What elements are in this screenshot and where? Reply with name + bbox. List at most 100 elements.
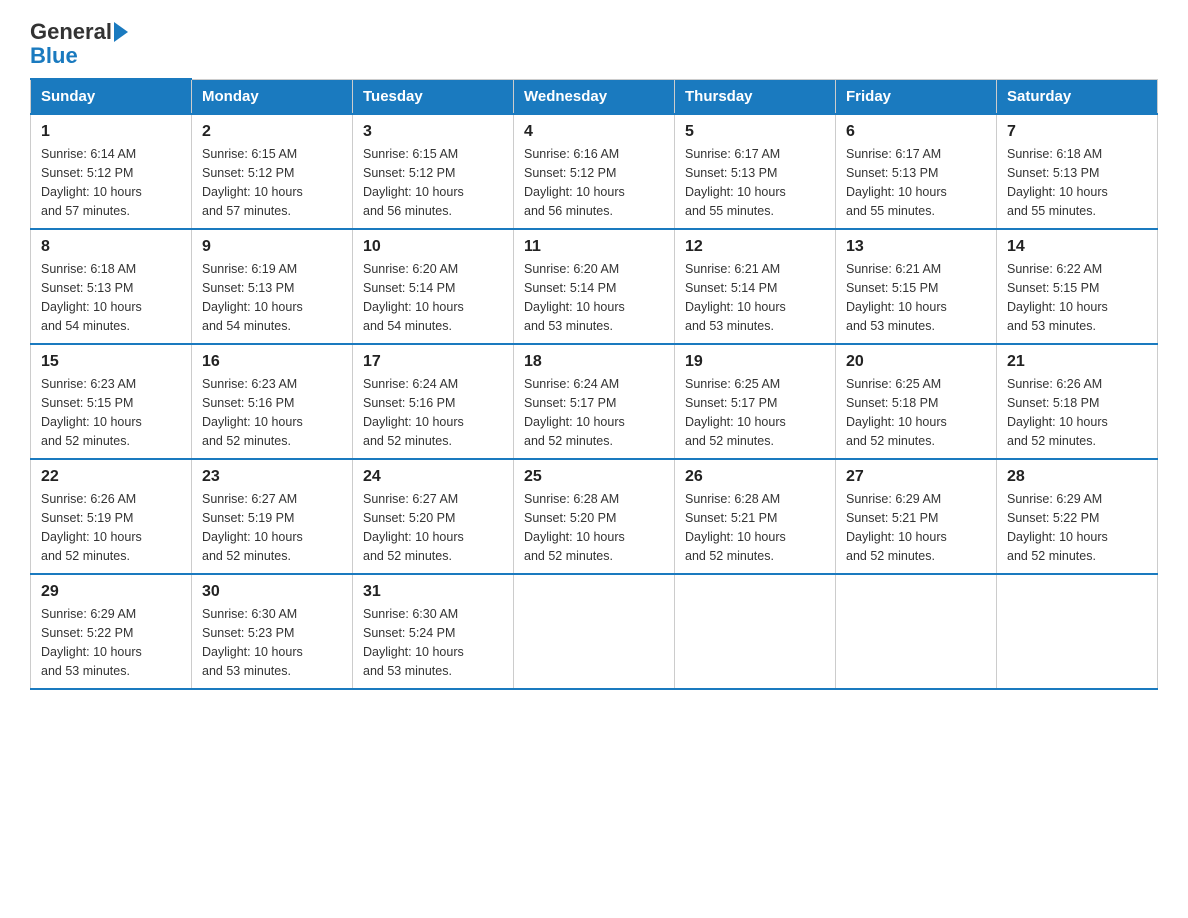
- day-number: 21: [1007, 353, 1147, 371]
- day-info: Sunrise: 6:26 AM Sunset: 5:19 PM Dayligh…: [41, 490, 181, 565]
- calendar-cell: 13 Sunrise: 6:21 AM Sunset: 5:15 PM Dayl…: [836, 229, 997, 344]
- calendar-week-row: 8 Sunrise: 6:18 AM Sunset: 5:13 PM Dayli…: [31, 229, 1158, 344]
- day-info: Sunrise: 6:18 AM Sunset: 5:13 PM Dayligh…: [41, 260, 181, 335]
- calendar-cell: 23 Sunrise: 6:27 AM Sunset: 5:19 PM Dayl…: [192, 459, 353, 574]
- calendar-cell: 22 Sunrise: 6:26 AM Sunset: 5:19 PM Dayl…: [31, 459, 192, 574]
- day-info: Sunrise: 6:25 AM Sunset: 5:18 PM Dayligh…: [846, 375, 986, 450]
- weekday-header-thursday: Thursday: [675, 79, 836, 114]
- calendar-cell: [675, 574, 836, 689]
- day-info: Sunrise: 6:15 AM Sunset: 5:12 PM Dayligh…: [202, 145, 342, 220]
- calendar-cell: 29 Sunrise: 6:29 AM Sunset: 5:22 PM Dayl…: [31, 574, 192, 689]
- day-info: Sunrise: 6:20 AM Sunset: 5:14 PM Dayligh…: [524, 260, 664, 335]
- calendar-cell: 31 Sunrise: 6:30 AM Sunset: 5:24 PM Dayl…: [353, 574, 514, 689]
- day-number: 1: [41, 123, 181, 141]
- day-info: Sunrise: 6:19 AM Sunset: 5:13 PM Dayligh…: [202, 260, 342, 335]
- day-number: 3: [363, 123, 503, 141]
- day-info: Sunrise: 6:28 AM Sunset: 5:20 PM Dayligh…: [524, 490, 664, 565]
- calendar-cell: 25 Sunrise: 6:28 AM Sunset: 5:20 PM Dayl…: [514, 459, 675, 574]
- day-info: Sunrise: 6:14 AM Sunset: 5:12 PM Dayligh…: [41, 145, 181, 220]
- day-number: 6: [846, 123, 986, 141]
- page-header: General Blue: [30, 20, 1158, 68]
- day-number: 5: [685, 123, 825, 141]
- day-info: Sunrise: 6:25 AM Sunset: 5:17 PM Dayligh…: [685, 375, 825, 450]
- day-info: Sunrise: 6:30 AM Sunset: 5:23 PM Dayligh…: [202, 605, 342, 680]
- calendar-week-row: 29 Sunrise: 6:29 AM Sunset: 5:22 PM Dayl…: [31, 574, 1158, 689]
- day-number: 12: [685, 238, 825, 256]
- calendar-cell: 14 Sunrise: 6:22 AM Sunset: 5:15 PM Dayl…: [997, 229, 1158, 344]
- calendar-cell: 27 Sunrise: 6:29 AM Sunset: 5:21 PM Dayl…: [836, 459, 997, 574]
- calendar-week-row: 22 Sunrise: 6:26 AM Sunset: 5:19 PM Dayl…: [31, 459, 1158, 574]
- day-number: 28: [1007, 468, 1147, 486]
- day-number: 19: [685, 353, 825, 371]
- day-info: Sunrise: 6:16 AM Sunset: 5:12 PM Dayligh…: [524, 145, 664, 220]
- day-info: Sunrise: 6:26 AM Sunset: 5:18 PM Dayligh…: [1007, 375, 1147, 450]
- day-number: 10: [363, 238, 503, 256]
- calendar-cell: 5 Sunrise: 6:17 AM Sunset: 5:13 PM Dayli…: [675, 114, 836, 229]
- weekday-header-wednesday: Wednesday: [514, 79, 675, 114]
- day-number: 15: [41, 353, 181, 371]
- calendar-cell: 1 Sunrise: 6:14 AM Sunset: 5:12 PM Dayli…: [31, 114, 192, 229]
- day-number: 31: [363, 583, 503, 601]
- calendar-cell: 17 Sunrise: 6:24 AM Sunset: 5:16 PM Dayl…: [353, 344, 514, 459]
- calendar-cell: 21 Sunrise: 6:26 AM Sunset: 5:18 PM Dayl…: [997, 344, 1158, 459]
- day-number: 7: [1007, 123, 1147, 141]
- calendar-cell: 2 Sunrise: 6:15 AM Sunset: 5:12 PM Dayli…: [192, 114, 353, 229]
- day-number: 26: [685, 468, 825, 486]
- day-number: 25: [524, 468, 664, 486]
- day-number: 8: [41, 238, 181, 256]
- weekday-header-monday: Monday: [192, 79, 353, 114]
- day-number: 16: [202, 353, 342, 371]
- day-info: Sunrise: 6:20 AM Sunset: 5:14 PM Dayligh…: [363, 260, 503, 335]
- day-number: 14: [1007, 238, 1147, 256]
- calendar-cell: 12 Sunrise: 6:21 AM Sunset: 5:14 PM Dayl…: [675, 229, 836, 344]
- day-number: 23: [202, 468, 342, 486]
- day-info: Sunrise: 6:27 AM Sunset: 5:20 PM Dayligh…: [363, 490, 503, 565]
- calendar-cell: 15 Sunrise: 6:23 AM Sunset: 5:15 PM Dayl…: [31, 344, 192, 459]
- calendar-cell: 8 Sunrise: 6:18 AM Sunset: 5:13 PM Dayli…: [31, 229, 192, 344]
- day-number: 4: [524, 123, 664, 141]
- weekday-header-saturday: Saturday: [997, 79, 1158, 114]
- day-info: Sunrise: 6:29 AM Sunset: 5:22 PM Dayligh…: [1007, 490, 1147, 565]
- weekday-header-sunday: Sunday: [31, 79, 192, 114]
- day-info: Sunrise: 6:17 AM Sunset: 5:13 PM Dayligh…: [846, 145, 986, 220]
- day-info: Sunrise: 6:21 AM Sunset: 5:15 PM Dayligh…: [846, 260, 986, 335]
- calendar-cell: [836, 574, 997, 689]
- calendar-cell: 28 Sunrise: 6:29 AM Sunset: 5:22 PM Dayl…: [997, 459, 1158, 574]
- logo-blue: Blue: [30, 44, 78, 68]
- day-info: Sunrise: 6:27 AM Sunset: 5:19 PM Dayligh…: [202, 490, 342, 565]
- calendar-cell: [514, 574, 675, 689]
- day-number: 2: [202, 123, 342, 141]
- calendar-week-row: 1 Sunrise: 6:14 AM Sunset: 5:12 PM Dayli…: [31, 114, 1158, 229]
- day-info: Sunrise: 6:17 AM Sunset: 5:13 PM Dayligh…: [685, 145, 825, 220]
- day-number: 30: [202, 583, 342, 601]
- logo: General Blue: [30, 20, 128, 68]
- day-info: Sunrise: 6:29 AM Sunset: 5:22 PM Dayligh…: [41, 605, 181, 680]
- day-number: 17: [363, 353, 503, 371]
- calendar-cell: 9 Sunrise: 6:19 AM Sunset: 5:13 PM Dayli…: [192, 229, 353, 344]
- day-number: 20: [846, 353, 986, 371]
- day-number: 29: [41, 583, 181, 601]
- day-number: 18: [524, 353, 664, 371]
- day-info: Sunrise: 6:24 AM Sunset: 5:17 PM Dayligh…: [524, 375, 664, 450]
- calendar-table: SundayMondayTuesdayWednesdayThursdayFrid…: [30, 78, 1158, 690]
- calendar-cell: 11 Sunrise: 6:20 AM Sunset: 5:14 PM Dayl…: [514, 229, 675, 344]
- calendar-cell: 7 Sunrise: 6:18 AM Sunset: 5:13 PM Dayli…: [997, 114, 1158, 229]
- calendar-cell: 3 Sunrise: 6:15 AM Sunset: 5:12 PM Dayli…: [353, 114, 514, 229]
- day-info: Sunrise: 6:28 AM Sunset: 5:21 PM Dayligh…: [685, 490, 825, 565]
- calendar-cell: 26 Sunrise: 6:28 AM Sunset: 5:21 PM Dayl…: [675, 459, 836, 574]
- day-info: Sunrise: 6:22 AM Sunset: 5:15 PM Dayligh…: [1007, 260, 1147, 335]
- weekday-header-friday: Friday: [836, 79, 997, 114]
- logo-general: General: [30, 20, 112, 44]
- calendar-cell: 24 Sunrise: 6:27 AM Sunset: 5:20 PM Dayl…: [353, 459, 514, 574]
- day-number: 9: [202, 238, 342, 256]
- day-number: 27: [846, 468, 986, 486]
- calendar-cell: 4 Sunrise: 6:16 AM Sunset: 5:12 PM Dayli…: [514, 114, 675, 229]
- day-number: 11: [524, 238, 664, 256]
- day-info: Sunrise: 6:23 AM Sunset: 5:15 PM Dayligh…: [41, 375, 181, 450]
- calendar-cell: [997, 574, 1158, 689]
- day-info: Sunrise: 6:29 AM Sunset: 5:21 PM Dayligh…: [846, 490, 986, 565]
- calendar-week-row: 15 Sunrise: 6:23 AM Sunset: 5:15 PM Dayl…: [31, 344, 1158, 459]
- day-number: 22: [41, 468, 181, 486]
- calendar-cell: 19 Sunrise: 6:25 AM Sunset: 5:17 PM Dayl…: [675, 344, 836, 459]
- day-info: Sunrise: 6:30 AM Sunset: 5:24 PM Dayligh…: [363, 605, 503, 680]
